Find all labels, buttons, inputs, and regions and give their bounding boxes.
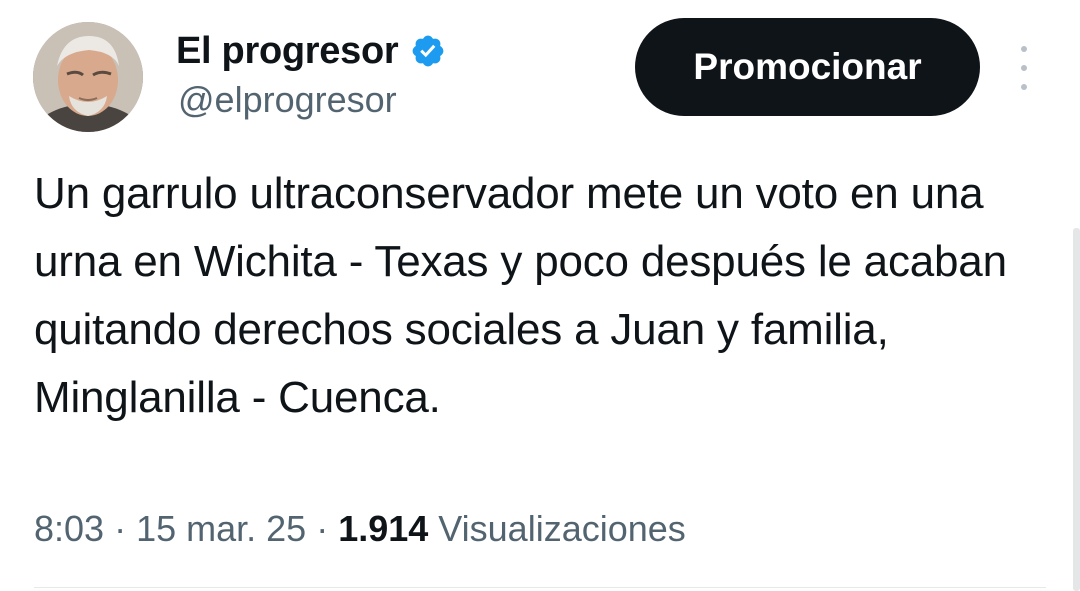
author-handle[interactable]: @elprogresor	[178, 78, 397, 122]
scrollbar[interactable]	[1073, 228, 1080, 591]
tweet-meta: 8:03 · 15 mar. 25 · 1.914 Visualizacione…	[34, 506, 686, 552]
meta-separator: ·	[104, 508, 137, 549]
more-dot	[1021, 46, 1027, 52]
meta-separator: ·	[306, 508, 339, 549]
tweet-text: Un garrulo ultraconservador mete un voto…	[34, 169, 1007, 422]
author-display-name[interactable]: El progresor	[176, 28, 399, 74]
promote-button[interactable]: Promocionar	[635, 18, 980, 116]
verified-badge-icon[interactable]	[410, 33, 446, 69]
more-dot	[1021, 65, 1027, 71]
tweet-time[interactable]: 8:03	[34, 508, 104, 549]
divider	[34, 587, 1046, 588]
views-label: Visualizaciones	[438, 508, 686, 549]
avatar[interactable]	[33, 22, 143, 132]
avatar-portrait-icon	[33, 22, 143, 132]
author-name-row: El progresor	[176, 28, 446, 74]
more-vertical-icon[interactable]	[1010, 46, 1038, 90]
tweet-date[interactable]: 15 mar. 25	[136, 508, 306, 549]
tweet-card: El progresor @elprogresor Promocionar Un…	[0, 0, 1080, 591]
views-count: 1.914	[338, 508, 429, 549]
more-dot	[1021, 84, 1027, 90]
